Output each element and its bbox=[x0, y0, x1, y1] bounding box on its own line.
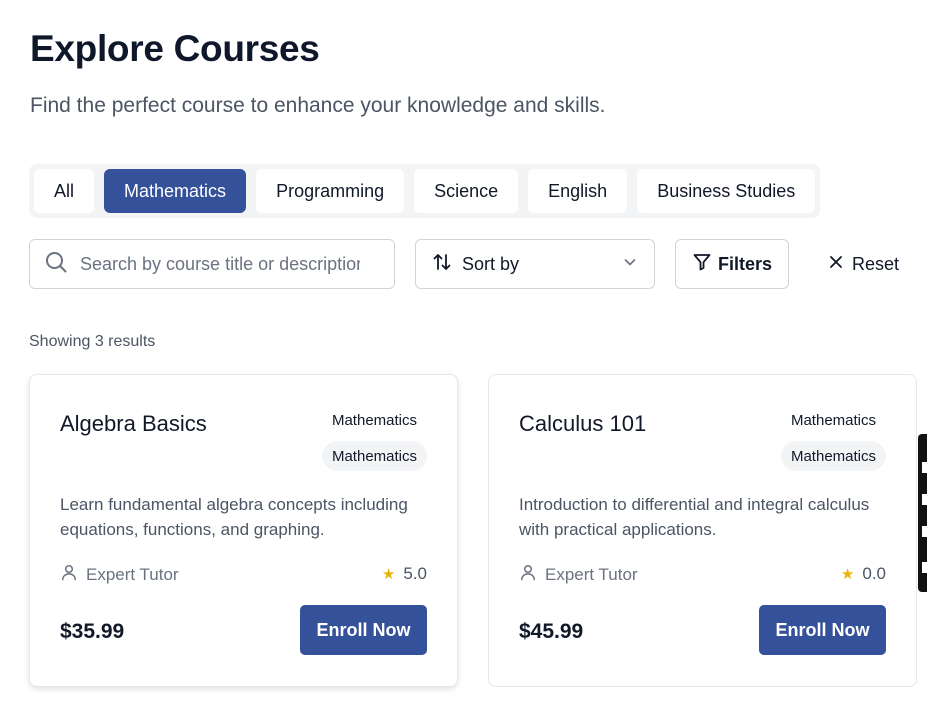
filters-label: Filters bbox=[717, 253, 773, 274]
sort-select[interactable]: Sort by bbox=[415, 239, 655, 289]
category-tabs: All Mathematics Programming Science Engl… bbox=[29, 164, 821, 218]
user-icon bbox=[519, 563, 537, 586]
course-rating: ★ 5.0 bbox=[382, 564, 427, 584]
course-tutor: Expert Tutor bbox=[60, 563, 179, 586]
tab-science[interactable]: Science bbox=[414, 169, 519, 213]
course-tutor: Expert Tutor bbox=[519, 563, 638, 586]
search-input[interactable] bbox=[80, 253, 360, 275]
tab-business-studies[interactable]: Business Studies bbox=[637, 169, 816, 213]
rating-value: 5.0 bbox=[403, 564, 427, 583]
tab-english[interactable]: English bbox=[528, 169, 628, 213]
course-card: Algebra Basics Mathematics Mathematics L… bbox=[29, 374, 458, 687]
tutor-name: Expert Tutor bbox=[545, 564, 638, 584]
close-icon bbox=[828, 254, 844, 275]
course-category: Mathematics bbox=[331, 412, 417, 429]
course-category: Mathematics bbox=[790, 412, 876, 429]
sort-arrows-icon bbox=[432, 252, 452, 277]
tab-programming[interactable]: Programming bbox=[256, 169, 405, 213]
page-subtitle: Find the perfect course to enhance your … bbox=[30, 94, 606, 117]
results-count: Showing 3 results bbox=[29, 333, 156, 350]
reset-label: Reset bbox=[852, 253, 900, 274]
course-title: Calculus 101 bbox=[519, 411, 647, 436]
page-title: Explore Courses bbox=[30, 28, 320, 69]
rating-value: 0.0 bbox=[862, 564, 886, 583]
course-price: $45.99 bbox=[519, 620, 584, 643]
course-description: Introduction to differential and integra… bbox=[519, 495, 870, 539]
reset-button[interactable]: Reset bbox=[828, 239, 899, 289]
tab-all[interactable]: All bbox=[34, 169, 95, 213]
search-box bbox=[29, 239, 395, 289]
tutor-name: Expert Tutor bbox=[86, 564, 179, 584]
tab-mathematics[interactable]: Mathematics bbox=[104, 169, 247, 213]
chevron-down-icon bbox=[622, 254, 638, 275]
filter-icon bbox=[692, 252, 712, 277]
search-icon bbox=[44, 250, 68, 279]
enroll-now-button[interactable]: Enroll Now bbox=[300, 605, 427, 655]
course-card: Calculus 101 Mathematics Mathematics Int… bbox=[488, 374, 917, 687]
user-icon bbox=[60, 563, 78, 586]
enroll-now-button[interactable]: Enroll Now bbox=[759, 605, 886, 655]
star-icon: ★ bbox=[381, 566, 396, 583]
course-price: $35.99 bbox=[60, 620, 125, 643]
course-description: Learn fundamental algebra concepts inclu… bbox=[60, 495, 408, 539]
star-icon: ★ bbox=[840, 566, 855, 583]
filters-button[interactable]: Filters bbox=[675, 239, 789, 289]
course-title: Algebra Basics bbox=[60, 411, 207, 436]
course-rating: ★ 0.0 bbox=[841, 564, 886, 584]
sort-label: Sort by bbox=[462, 253, 520, 274]
floating-toolbar-widget[interactable] bbox=[918, 434, 927, 592]
category-badge: Mathematics bbox=[321, 441, 427, 471]
category-badge: Mathematics bbox=[780, 441, 886, 471]
